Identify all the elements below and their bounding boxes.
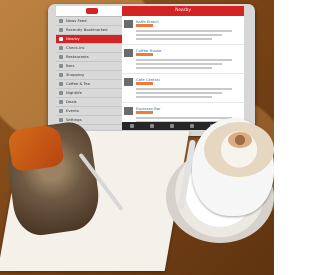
sidebar-item-check-ins[interactable]: Check-ins — [56, 44, 122, 53]
tablet-main: Nearby Kaffe Klatch Coffee House Cafe Ce… — [122, 6, 244, 130]
location-icon — [59, 37, 63, 41]
sidebar-item-shopping[interactable]: Shopping — [56, 71, 122, 80]
listing-text-line — [136, 59, 232, 61]
bookmark-icon — [59, 28, 63, 32]
listing-thumbnail — [124, 78, 133, 86]
restaurant-icon — [59, 55, 63, 59]
listing-text-line — [136, 34, 222, 36]
sidebar-item-nightlife[interactable]: Nightlife — [56, 89, 122, 98]
sidebar-item-bars[interactable]: Bars — [56, 62, 122, 71]
sidebar-header — [56, 6, 122, 17]
shopping-icon — [59, 73, 63, 77]
cake-topping — [7, 123, 65, 173]
tab-icon[interactable] — [130, 124, 134, 128]
sidebar-item-label: Events — [66, 108, 79, 113]
sidebar-item-label: Coffee & Tea — [66, 81, 90, 86]
sidebar-item-restaurants[interactable]: Restaurants — [56, 53, 122, 62]
milk-foam — [204, 122, 274, 177]
rating-stars — [136, 24, 153, 27]
listing-card[interactable]: Coffee House — [122, 45, 244, 74]
tab-icon[interactable] — [190, 124, 194, 128]
tag-icon — [59, 100, 63, 104]
sidebar-item-events[interactable]: Events — [56, 107, 122, 116]
sidebar-item-label: Recently Bookmarked — [66, 27, 108, 32]
listing-text-line — [136, 30, 232, 32]
sidebar-item-label: Restaurants — [66, 54, 89, 59]
checkin-icon — [59, 46, 63, 50]
bar-icon — [59, 64, 63, 68]
calendar-icon — [59, 109, 63, 113]
listing-text-line — [136, 92, 222, 94]
photo-scene: News Feed Recently Bookmarked Nearby Che… — [0, 0, 274, 275]
coffee-icon — [59, 82, 63, 86]
app-logo — [86, 8, 98, 14]
sidebar-item-news-feed[interactable]: News Feed — [56, 17, 122, 26]
listing-text-line — [136, 38, 212, 40]
sidebar-item-label: Nightlife — [66, 90, 82, 95]
rating-stars — [136, 111, 153, 114]
tablet-screen: News Feed Recently Bookmarked Nearby Che… — [56, 6, 244, 130]
listing-text-line — [136, 88, 232, 90]
sidebar-item-coffee-tea[interactable]: Coffee & Tea — [56, 80, 122, 89]
sidebar-item-nearby[interactable]: Nearby — [56, 35, 122, 44]
sidebar-item-label: Nearby — [66, 36, 80, 41]
tab-icon[interactable] — [170, 124, 174, 128]
sidebar-item-label: Bars — [66, 63, 75, 68]
listing-text-line — [136, 96, 212, 98]
main-header: Nearby — [122, 6, 244, 16]
listing-thumbnail — [124, 49, 133, 57]
listing-thumbnail — [124, 107, 133, 115]
listing-text-line — [136, 63, 222, 65]
rating-stars — [136, 82, 153, 85]
rating-stars — [136, 53, 153, 56]
listing-card[interactable]: Kaffe Klatch — [122, 16, 244, 45]
listing-text-line — [136, 117, 232, 119]
sidebar-item-deals[interactable]: Deals — [56, 98, 122, 107]
cinnamon-sprinkle — [228, 132, 252, 148]
listing-text-line — [136, 67, 212, 69]
sidebar-item-recently-bookmarked[interactable]: Recently Bookmarked — [56, 26, 122, 35]
listing-thumbnail — [124, 20, 133, 28]
tab-icon[interactable] — [150, 124, 154, 128]
news-icon — [59, 19, 63, 23]
sidebar-item-label: Check-ins — [66, 45, 85, 50]
sidebar-item-label: Deals — [66, 99, 77, 104]
moon-icon — [59, 91, 63, 95]
sidebar-item-label: Shopping — [66, 72, 84, 77]
gear-icon — [59, 118, 63, 122]
listing-card[interactable]: Cafe Central — [122, 74, 244, 103]
tablet-sidebar: News Feed Recently Bookmarked Nearby Che… — [56, 6, 122, 130]
sidebar-item-label: News Feed — [66, 18, 87, 23]
